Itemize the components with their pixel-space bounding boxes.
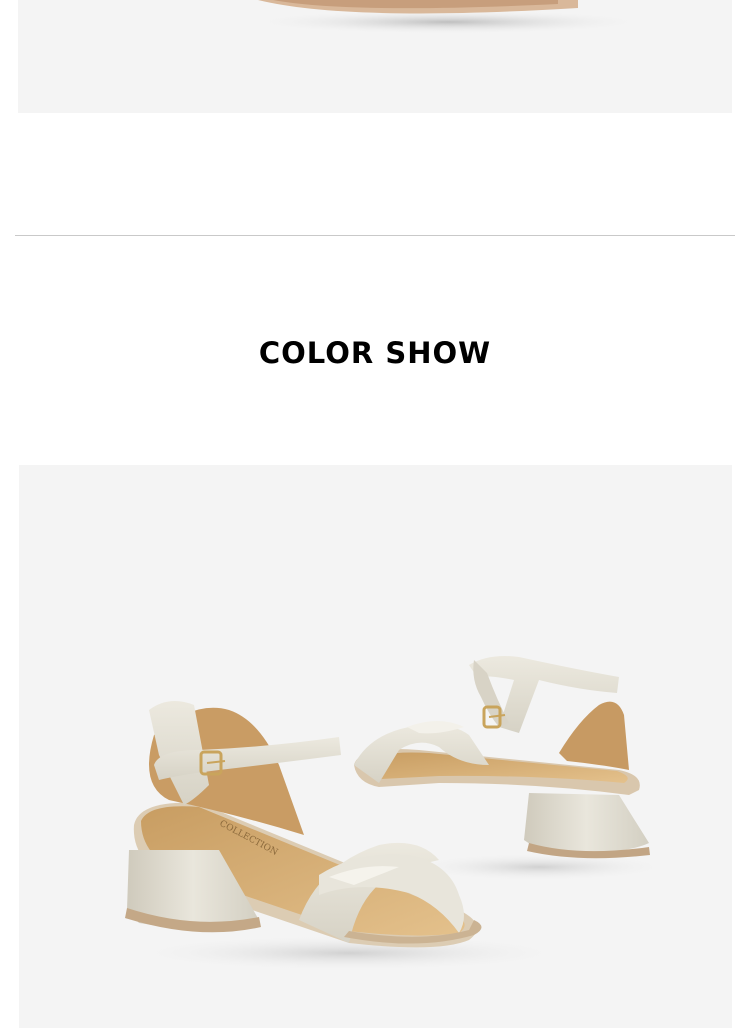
- section-title: COLOR SHOW: [258, 336, 492, 370]
- product-color-image: COLLECTION: [19, 465, 732, 1028]
- previous-product-image: [18, 0, 732, 113]
- shoe-sole-partial-image: [248, 0, 648, 34]
- section-divider: [15, 235, 735, 236]
- left-sandal: COLLECTION: [125, 701, 569, 971]
- sandals-pair-image: COLLECTION: [125, 656, 669, 971]
